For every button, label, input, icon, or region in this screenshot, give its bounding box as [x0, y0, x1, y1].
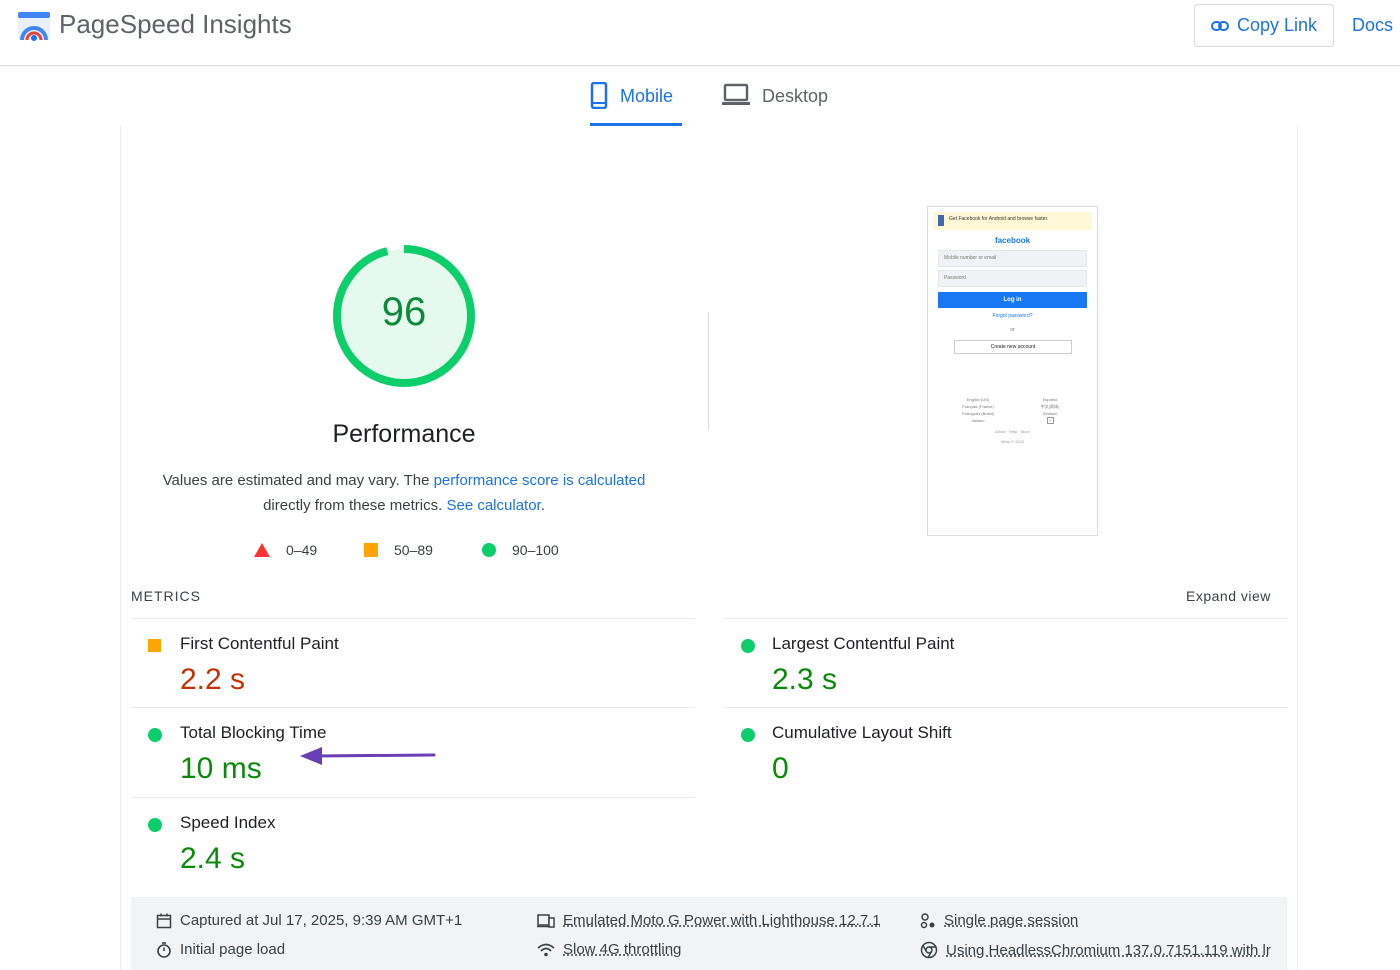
thumb-links: About · Help · More [995, 429, 1030, 434]
browser-info[interactable]: Using HeadlessChromium 137.0.7151.119 wi… [920, 941, 1271, 959]
expand-view-toggle[interactable]: Expand view [1186, 588, 1271, 604]
thumb-brand: facebook [994, 236, 1031, 245]
vertical-divider [708, 312, 709, 430]
metric-label: Largest Contentful Paint [772, 634, 955, 653]
initial-page-load-text: Initial page load [180, 941, 286, 958]
metric-label: Cumulative Layout Shift [772, 723, 952, 742]
orange-square-icon [148, 639, 161, 652]
thumb-lang: Italiano [971, 418, 985, 423]
metric-label: Speed Index [180, 813, 276, 832]
copy-link-label: Copy Link [1236, 15, 1318, 35]
session-type-text: Single page session [944, 912, 1079, 929]
copy-link-button[interactable]: Copy Link [1194, 4, 1334, 47]
emulated-device-text: Emulated Moto G Power with Lighthouse 12… [563, 912, 881, 929]
tab-desktop-label: Desktop [762, 86, 829, 106]
legend-label: 90–100 [512, 542, 559, 558]
thumb-phone-icon [938, 215, 944, 226]
session-type[interactable]: Single page session [920, 912, 1078, 929]
pagespeed-logo-icon[interactable] [18, 10, 50, 42]
legend-item-pass: 90–100 [482, 540, 559, 560]
green-circle-icon [741, 639, 755, 653]
tab-desktop[interactable]: Desktop [722, 80, 828, 126]
thumb-forgot: Forgot password? [992, 313, 1033, 319]
tab-mobile-label: Mobile [620, 86, 674, 106]
red-triangle-icon [254, 543, 270, 557]
legend-item-fail: 0–49 [254, 540, 317, 560]
network-throttling-text: Slow 4G throttling [563, 941, 682, 958]
green-circle-icon [482, 543, 496, 557]
session-icon [920, 912, 935, 928]
docs-link[interactable]: Docs [1352, 15, 1393, 36]
top-header: PageSpeed Insights Copy Link Docs [0, 0, 1400, 66]
network-throttling[interactable]: Slow 4G throttling [537, 941, 681, 958]
metrics-title: METRICS [131, 588, 201, 604]
thumb-password-placeholder: Password [944, 275, 966, 281]
thumb-banner: Get Facebook for Android and browse fast… [933, 212, 1092, 230]
devices-icon [537, 913, 555, 928]
thumb-email-field: Mobile number or email [938, 250, 1087, 267]
thumb-lang: Français (France) [962, 404, 994, 409]
link-icon [1210, 20, 1229, 31]
thumb-copyright: Meta © 2025 [1001, 439, 1024, 444]
metric-label: Total Blocking Time [180, 723, 327, 742]
desc-prefix: Values are estimated and may vary. The [162, 472, 434, 489]
metric-value: 2.3 s [772, 663, 838, 696]
mobile-phone-icon [590, 82, 608, 109]
annotation-arrow [300, 747, 436, 765]
initial-page-load: Initial page load [156, 941, 285, 958]
timer-icon [157, 941, 171, 958]
performance-score-value: 96 [381, 290, 427, 334]
thumb-languages-right: Español 中文(简体) Deutsch + [1028, 396, 1072, 424]
thumb-or: or [1010, 327, 1015, 333]
thumb-banner-text: Get Facebook for Android and browse fast… [949, 216, 1049, 222]
browser-info-text: Using HeadlessChromium 137.0.7151.119 wi… [946, 941, 1271, 959]
legend-item-average: 50–89 [364, 540, 433, 560]
metric-label: First Contentful Paint [180, 634, 339, 653]
captured-at: Captured at Jul 17, 2025, 9:39 AM GMT+1 [156, 912, 462, 929]
run-info-panel: Captured at Jul 17, 2025, 9:39 AM GMT+1 … [131, 897, 1287, 970]
thumb-login-button: Log in [938, 292, 1087, 308]
legend-label: 50–89 [394, 542, 433, 558]
see-calculator-link[interactable]: See calculator [446, 497, 540, 514]
thumb-lang: English (US) [966, 397, 990, 402]
app-title[interactable]: PageSpeed Insights [59, 9, 292, 40]
performance-title: Performance [332, 420, 476, 448]
metric-cumulative-layout-shift: Cumulative Layout Shift 0 [724, 707, 1288, 796]
captured-at-text: Captured at Jul 17, 2025, 9:39 AM GMT+1 [180, 912, 463, 929]
thumb-password-field: Password [938, 270, 1087, 287]
tab-mobile[interactable]: Mobile [590, 80, 682, 126]
desc-middle: directly from these metrics. [263, 497, 443, 514]
thumb-lang: 中文(简体) [1040, 404, 1060, 409]
thumb-languages-left: English (US) Français (France) Português… [948, 396, 1008, 424]
thumb-lang: Português (Brasil) [961, 411, 994, 416]
wifi-icon [537, 943, 555, 956]
performance-description: Values are estimated and may vary. The p… [150, 468, 658, 518]
thumb-more-languages: + [1046, 417, 1054, 424]
thumb-lang: Español [1042, 397, 1058, 402]
page-screenshot-thumbnail[interactable]: Get Facebook for Android and browse fast… [927, 206, 1098, 536]
chrome-icon [920, 941, 938, 959]
metric-first-contentful-paint: First Contentful Paint 2.2 s [131, 618, 695, 707]
calendar-icon [156, 913, 172, 928]
metric-speed-index: Speed Index 2.4 s [131, 797, 695, 886]
metric-largest-contentful-paint: Largest Contentful Paint 2.3 s [724, 618, 1288, 707]
green-circle-icon [148, 728, 162, 742]
thumb-email-placeholder: Mobile number or email [944, 255, 997, 261]
laptop-icon [722, 83, 750, 105]
emulated-device[interactable]: Emulated Moto G Power with Lighthouse 12… [537, 912, 881, 929]
metric-value: 10 ms [180, 752, 262, 785]
desc-end: . [540, 497, 545, 514]
metric-value: 2.2 s [180, 663, 246, 696]
thumb-create-account: Create new account [954, 340, 1072, 354]
metric-value: 2.4 s [180, 842, 246, 875]
green-circle-icon [148, 818, 162, 832]
orange-square-icon [364, 543, 378, 557]
green-circle-icon [741, 728, 755, 742]
metric-value: 0 [772, 752, 789, 785]
legend-label: 0–49 [286, 542, 318, 558]
thumb-lang: Deutsch [1042, 411, 1058, 416]
score-calculated-link[interactable]: performance score is calculated [434, 472, 646, 489]
